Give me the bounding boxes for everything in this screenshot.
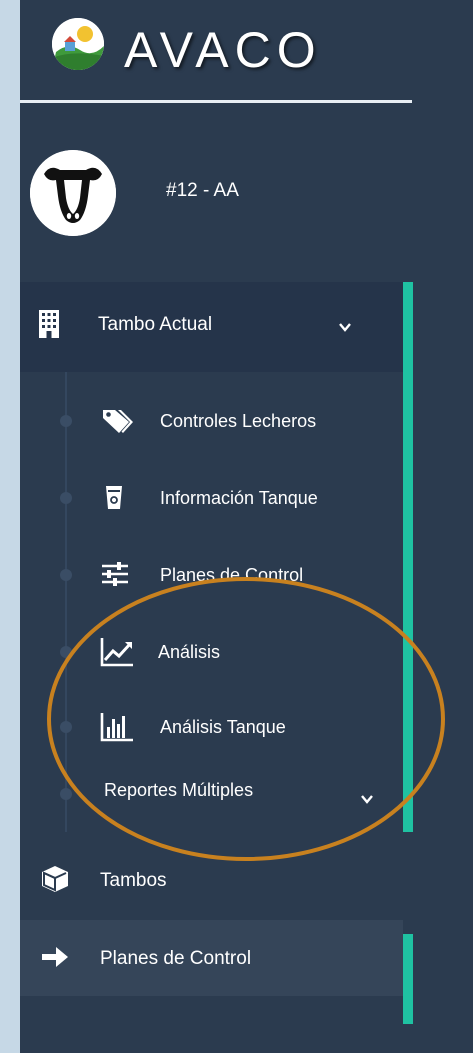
tree-dot [60, 788, 72, 800]
brand-name: AVACO [124, 22, 322, 78]
submenu-tambo-actual: Controles Lecheros Información Tanque Pl… [20, 372, 403, 832]
user-panel[interactable]: #12 - AA [20, 140, 473, 240]
farm-logo-icon [52, 18, 104, 70]
menu-item-label: Tambos [100, 870, 167, 891]
active-indicator [403, 282, 413, 832]
sidebar: AVACO #12 - AA Tambo Actual Controles Le… [20, 0, 473, 1053]
building-icon [38, 310, 60, 338]
menu-item-planes-de-control[interactable]: Planes de Control [20, 920, 403, 996]
chevron-down-icon[interactable] [360, 792, 374, 806]
chevron-down-icon[interactable] [338, 320, 352, 334]
submenu-item-planes-de-control[interactable]: Planes de Control [20, 538, 403, 612]
menu-section-label: Tambo Actual [98, 314, 213, 335]
tree-dot [60, 721, 72, 733]
submenu-item-controles-lecheros[interactable]: Controles Lecheros [20, 384, 403, 458]
submenu-item-label: Información Tanque [160, 488, 318, 508]
user-name: #12 - AA [166, 180, 239, 201]
tree-dot [60, 415, 72, 427]
line-chart-icon [100, 635, 134, 669]
tree-dot [60, 646, 72, 658]
active-indicator [403, 934, 413, 1024]
submenu-item-informacion-tanque[interactable]: Información Tanque [20, 461, 403, 535]
submenu-item-reportes-multiples[interactable]: Reportes Múltiples [20, 762, 403, 836]
tree-dot [60, 569, 72, 581]
tags-icon [100, 404, 134, 438]
cow-head-icon [30, 150, 116, 236]
brand-header[interactable]: AVACO [20, 0, 473, 100]
menu-item-label: Planes de Control [100, 948, 252, 969]
arrow-right-icon [40, 942, 70, 972]
submenu-item-label: Análisis [158, 642, 221, 662]
submenu-item-label: Análisis Tanque [160, 717, 286, 737]
submenu-item-label: Controles Lecheros [160, 411, 317, 431]
submenu-item-analisis[interactable]: Análisis [20, 615, 403, 689]
submenu-item-label: Reportes Múltiples [104, 780, 254, 800]
tree-dot [60, 492, 72, 504]
cube-icon [40, 864, 70, 894]
tank-icon [100, 481, 134, 515]
bar-chart-icon [100, 710, 134, 744]
submenu-item-label: Planes de Control [160, 565, 304, 585]
menu-item-tambos[interactable]: Tambos [20, 842, 403, 918]
sliders-icon [100, 558, 134, 592]
menu-section-tambo-actual[interactable]: Tambo Actual [20, 282, 403, 372]
divider [20, 100, 412, 103]
submenu-item-analisis-tanque[interactable]: Análisis Tanque [20, 690, 403, 764]
